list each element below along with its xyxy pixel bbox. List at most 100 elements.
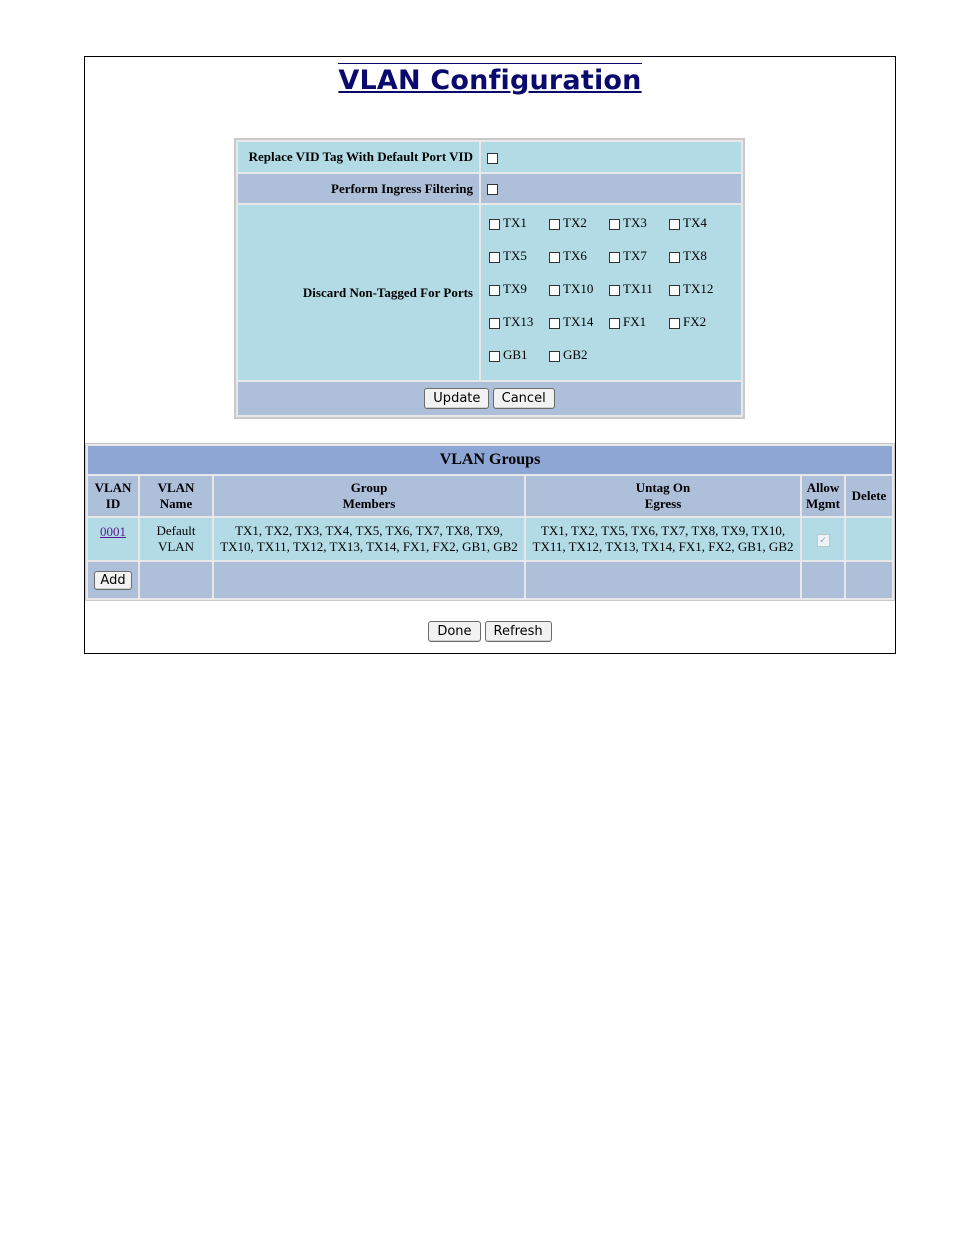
- port-checkbox[interactable]: [669, 284, 680, 296]
- col-group-members-line2: Members: [342, 496, 396, 511]
- discard-ports-cell: TX1 TX2 TX3 TX4 TX5 TX6 TX7 TX8 TX9 TX10 TX11 TX12 T…: [481, 205, 741, 380]
- port-option-fx2[interactable]: FX2: [669, 314, 729, 330]
- port-label: TX5: [503, 248, 527, 263]
- port-checkbox[interactable]: [549, 317, 560, 329]
- port-label: TX9: [503, 281, 527, 296]
- col-untag-line1: Untag On: [635, 480, 691, 495]
- delete-cell: [846, 518, 892, 560]
- port-checkbox[interactable]: [549, 284, 560, 296]
- col-vlan-name-line2: Name: [159, 496, 193, 511]
- col-untag-line2: Egress: [644, 496, 682, 511]
- port-option-tx12[interactable]: TX12: [669, 281, 729, 297]
- port-option-gb2[interactable]: GB2: [549, 347, 609, 363]
- port-option-tx9[interactable]: TX9: [489, 281, 549, 297]
- col-vlan-name: VLAN Name: [140, 476, 212, 516]
- port-checkbox[interactable]: [489, 218, 500, 230]
- port-option-tx14[interactable]: TX14: [549, 314, 609, 330]
- port-checkbox[interactable]: [489, 284, 500, 296]
- port-option-fx1[interactable]: FX1: [609, 314, 669, 330]
- vlan-groups-title: VLAN Groups: [88, 446, 892, 474]
- empty-cell: [214, 562, 524, 598]
- port-option-tx7[interactable]: TX7: [609, 248, 669, 264]
- replace-vid-label: Replace VID Tag With Default Port VID: [238, 142, 479, 172]
- port-label: GB1: [503, 347, 528, 362]
- port-checkbox[interactable]: [609, 251, 620, 263]
- config-actions: Update Cancel: [238, 382, 741, 415]
- port-option-gb1[interactable]: GB1: [489, 347, 549, 363]
- ingress-label: Perform Ingress Filtering: [238, 174, 479, 203]
- port-option-tx8[interactable]: TX8: [669, 248, 729, 264]
- add-cell: Add: [88, 562, 138, 598]
- col-vlan-id: VLAN ID: [88, 476, 138, 516]
- page-actions: Done Refresh: [85, 621, 895, 642]
- page-title-wrap: VLAN Configuration: [85, 63, 895, 96]
- port-label: FX1: [623, 314, 647, 329]
- port-checkbox[interactable]: [549, 350, 560, 362]
- port-label: TX7: [623, 248, 647, 263]
- port-checkbox[interactable]: [669, 251, 680, 263]
- col-untag-egress: Untag On Egress: [526, 476, 800, 516]
- port-option-tx10[interactable]: TX10: [549, 281, 609, 297]
- col-group-members-line1: Group: [350, 480, 388, 495]
- port-option-tx5[interactable]: TX5: [489, 248, 549, 264]
- port-option-tx11[interactable]: TX11: [609, 281, 669, 297]
- port-label: FX2: [683, 314, 707, 329]
- port-label: TX10: [563, 281, 594, 296]
- port-checkbox[interactable]: [489, 317, 500, 329]
- ingress-cell: [481, 174, 741, 203]
- empty-cell: [140, 562, 212, 598]
- port-option-tx1[interactable]: TX1: [489, 215, 549, 231]
- port-checkbox[interactable]: [489, 350, 500, 362]
- update-button[interactable]: Update: [424, 388, 490, 409]
- refresh-button[interactable]: Refresh: [484, 621, 552, 642]
- done-button[interactable]: Done: [428, 621, 481, 642]
- port-checkbox[interactable]: [489, 251, 500, 263]
- port-checkbox[interactable]: [609, 284, 620, 296]
- table-row: 0001 Default VLAN TX1, TX2, TX3, TX4, TX…: [88, 518, 892, 560]
- replace-vid-cell: [481, 142, 741, 172]
- vlan-groups-table: VLAN Groups VLAN ID VLAN Name Group Memb…: [85, 443, 895, 601]
- port-option-tx2[interactable]: TX2: [549, 215, 609, 231]
- port-label: TX11: [623, 281, 653, 296]
- allow-mgmt-checkbox: ✓: [816, 534, 830, 547]
- port-label: TX3: [623, 215, 647, 230]
- col-mgmt-line2: Mgmt: [806, 496, 840, 511]
- cancel-button[interactable]: Cancel: [492, 388, 555, 409]
- port-label: TX8: [683, 248, 707, 263]
- port-checkbox[interactable]: [609, 317, 620, 329]
- port-checkbox[interactable]: [549, 251, 560, 263]
- port-label: TX14: [563, 314, 594, 329]
- vlan-name-line1: Default: [156, 523, 196, 538]
- port-checkbox[interactable]: [549, 218, 560, 230]
- port-label: TX4: [683, 215, 707, 230]
- vlan-config-panel: VLAN Configuration Replace VID Tag With …: [84, 56, 896, 654]
- allow-mgmt-cell: ✓: [802, 518, 844, 560]
- port-label: TX13: [503, 314, 534, 329]
- port-label: TX6: [563, 248, 587, 263]
- page-title: VLAN Configuration: [338, 63, 642, 96]
- vlan-name-line2: VLAN: [157, 539, 195, 554]
- port-option-tx3[interactable]: TX3: [609, 215, 669, 231]
- empty-cell: [526, 562, 800, 598]
- port-option-tx6[interactable]: TX6: [549, 248, 609, 264]
- col-allow-mgmt: Allow Mgmt: [802, 476, 844, 516]
- col-vlan-name-line1: VLAN: [157, 480, 195, 495]
- port-option-tx4[interactable]: TX4: [669, 215, 729, 231]
- port-option-tx13[interactable]: TX13: [489, 314, 549, 330]
- col-vlan-id-line1: VLAN: [94, 480, 132, 495]
- port-label: TX1: [503, 215, 527, 230]
- port-checkbox[interactable]: [669, 218, 680, 230]
- vlan-id-link[interactable]: 0001: [100, 524, 126, 539]
- add-vlan-button[interactable]: Add: [94, 570, 132, 590]
- port-checkbox[interactable]: [609, 218, 620, 230]
- port-checkbox[interactable]: [669, 317, 680, 329]
- replace-vid-checkbox[interactable]: [487, 152, 498, 164]
- ingress-filtering-checkbox[interactable]: [487, 184, 498, 196]
- group-members-cell: TX1, TX2, TX3, TX4, TX5, TX6, TX7, TX8, …: [214, 518, 524, 560]
- col-mgmt-line1: Allow: [806, 480, 840, 495]
- untag-egress-cell: TX1, TX2, TX5, TX6, TX7, TX8, TX9, TX10,…: [526, 518, 800, 560]
- empty-cell: [846, 562, 892, 598]
- port-label: TX12: [683, 281, 714, 296]
- col-group-members: Group Members: [214, 476, 524, 516]
- col-delete: Delete: [846, 476, 892, 516]
